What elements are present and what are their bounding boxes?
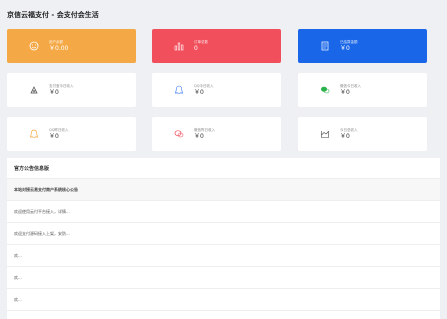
wechat-icon — [320, 85, 330, 95]
stat-card-wechat-yesterday[interactable]: 微信昨日收入 ￥0 — [152, 117, 281, 151]
stat-value: ￥0 — [340, 89, 350, 96]
notice-panel: 官方公告信息版 本站对接云易支付商户系统核心公告 欢迎使用云付平台接入，详情..… — [7, 158, 440, 319]
stat-value: ￥0 — [194, 89, 204, 96]
notice-item[interactable]: 欢... — [7, 245, 440, 267]
document-icon — [320, 41, 330, 51]
notice-item[interactable]: 欢迎支付源码接入上架，安防... — [7, 223, 440, 245]
stat-value: 0 — [194, 45, 198, 52]
stat-card-settled[interactable]: 已结算金额 ￥0 — [298, 29, 427, 63]
stat-card-qq-today[interactable]: QQ今日收入 ￥0 — [152, 73, 281, 107]
stat-card-total-today[interactable]: 今日总收入 ￥0 — [298, 117, 427, 151]
alipay-icon — [29, 85, 39, 95]
stat-card-alipay-today[interactable]: 支付宝今日收入 ￥0 — [7, 73, 136, 107]
notice-title: 官方公告信息版 — [7, 158, 440, 179]
notice-item[interactable]: 欢... — [7, 267, 440, 289]
stat-value: ￥0 — [49, 133, 59, 140]
site-title: 京信云福支付 - 会支付会生活 — [7, 11, 99, 19]
stat-value: ￥0.00 — [49, 45, 69, 52]
bar-chart-icon — [174, 41, 184, 51]
qq-icon — [174, 85, 184, 95]
line-chart-icon — [320, 129, 330, 139]
smile-icon — [29, 41, 39, 51]
stat-card-orders[interactable]: 订单总数 0 — [152, 29, 281, 63]
notice-item[interactable]: 欢迎使用云付平台接入，详情... — [7, 201, 440, 223]
stat-card-qq-yesterday[interactable]: QQ昨日收入 ￥0 — [7, 117, 136, 151]
top-bar: 京信云福支付 - 会支付会生活 — [0, 0, 447, 30]
wechat-outline-icon — [174, 129, 184, 139]
qq-outline-icon — [29, 129, 39, 139]
notice-item[interactable]: 本站对接云易支付商户系统核心公告 — [7, 179, 440, 201]
stat-card-wechat-today[interactable]: 微信今日收入 ￥0 — [298, 73, 427, 107]
stat-value: ￥0 — [194, 133, 204, 140]
stat-value: ￥0 — [49, 89, 59, 96]
notice-item[interactable]: 欢... — [7, 289, 440, 311]
stat-value: ￥0 — [340, 45, 350, 52]
stats-grid: 用户余额 ￥0.00 订单总数 0 已结算金额 ￥0 支付宝今日收入 ￥0 QQ… — [7, 29, 440, 153]
stat-value: ￥0 — [340, 133, 350, 140]
stat-card-balance[interactable]: 用户余额 ￥0.00 — [7, 29, 136, 63]
